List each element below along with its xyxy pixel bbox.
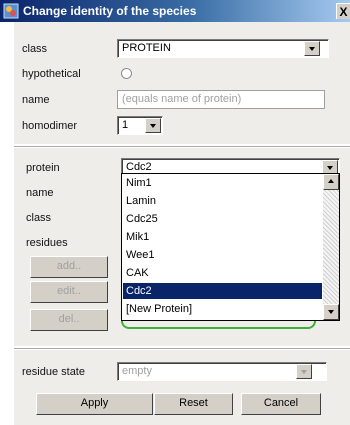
chevron-down-icon xyxy=(301,370,307,374)
scroll-down-button[interactable] xyxy=(323,304,339,320)
homodimer-select-value: 1 xyxy=(122,119,129,131)
protein-label: protein xyxy=(26,162,60,174)
name-field[interactable]: (equals name of protein) xyxy=(117,90,325,109)
window-title: Change identity of the species xyxy=(23,4,197,18)
homodimer-label: homodimer xyxy=(22,120,78,132)
add-residue-button[interactable]: add.. xyxy=(30,256,108,278)
cancel-button[interactable]: Cancel xyxy=(241,393,321,415)
chevron-down-icon xyxy=(328,310,334,314)
scroll-track[interactable] xyxy=(323,190,339,304)
separator-bottom xyxy=(14,348,350,349)
list-item[interactable]: Lamin xyxy=(123,193,322,209)
protein-name-label: name xyxy=(26,187,54,199)
list-item[interactable]: Cdc25 xyxy=(123,211,322,227)
title-bar[interactable]: Change identity of the species X xyxy=(0,0,350,22)
list-item[interactable]: [New Protein] xyxy=(123,301,322,317)
chevron-up-icon xyxy=(328,179,334,183)
close-button[interactable]: X xyxy=(336,3,350,19)
list-item[interactable]: Wee1 xyxy=(123,247,322,263)
name-field-placeholder: (equals name of protein) xyxy=(122,93,242,105)
protein-class-label: class xyxy=(26,212,52,224)
residue-list[interactable] xyxy=(121,321,316,329)
protein-select-value: Cdc2 xyxy=(126,161,152,173)
protein-dropdown-list[interactable]: Nim1 Lamin Cdc25 Mik1 Wee1 CAK Cdc2 [New… xyxy=(121,173,340,321)
residue-state-label: residue state xyxy=(22,366,85,378)
class-label: class xyxy=(22,43,48,55)
name-label: name xyxy=(22,94,50,106)
apply-button[interactable]: Apply xyxy=(36,393,153,415)
app-icon xyxy=(3,3,19,19)
hypothetical-label: hypothetical xyxy=(22,68,81,80)
residue-state-value: empty xyxy=(122,365,152,377)
separator-top xyxy=(14,146,350,147)
chevron-down-icon xyxy=(309,47,315,51)
scroll-up-button[interactable] xyxy=(323,174,339,190)
residue-state-select[interactable]: empty xyxy=(117,362,327,381)
class-select[interactable]: PROTEIN xyxy=(117,39,329,58)
homodimer-select-arrow[interactable] xyxy=(145,118,161,133)
chevron-down-icon xyxy=(327,166,333,170)
class-select-arrow[interactable] xyxy=(304,41,320,56)
reset-button[interactable]: Reset xyxy=(154,393,233,415)
list-item-selected[interactable]: Cdc2 xyxy=(123,283,322,299)
dropdown-scrollbar[interactable] xyxy=(323,174,339,320)
delete-residue-button[interactable]: del.. xyxy=(30,309,108,331)
homodimer-select[interactable]: 1 xyxy=(117,116,163,135)
list-item[interactable]: CAK xyxy=(123,265,322,281)
class-select-value: PROTEIN xyxy=(122,42,171,54)
dialog-window: Change identity of the species X class P… xyxy=(0,0,350,425)
chevron-down-icon xyxy=(150,124,156,128)
residues-label: residues xyxy=(26,237,68,249)
hypothetical-radio[interactable] xyxy=(121,68,132,79)
residue-state-arrow[interactable] xyxy=(296,364,312,379)
list-item[interactable]: Nim1 xyxy=(123,175,322,191)
edit-residue-button[interactable]: edit.. xyxy=(30,281,108,303)
list-item[interactable]: Mik1 xyxy=(123,229,322,245)
